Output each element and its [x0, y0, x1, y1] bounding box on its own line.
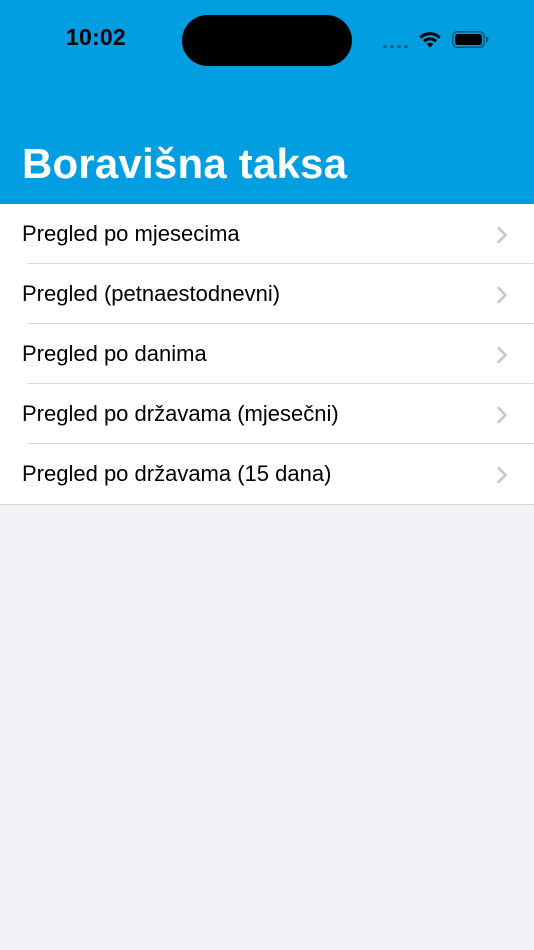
- menu-item-monthly-overview[interactable]: Pregled po mjesecima: [0, 204, 534, 264]
- chevron-right-icon: [497, 466, 507, 484]
- menu-item-label: Pregled po mjesecima: [22, 221, 240, 246]
- battery-icon: [452, 31, 489, 48]
- dynamic-island: [182, 15, 352, 66]
- menu-item-daily-overview[interactable]: Pregled po danima: [0, 324, 534, 384]
- wifi-icon: [419, 32, 441, 48]
- menu-item-countries-15-days[interactable]: Pregled po državama (15 dana): [0, 444, 534, 504]
- cellular-signal-icon: [383, 44, 409, 48]
- chevron-right-icon: [497, 226, 507, 244]
- menu-item-label: Pregled po danima: [22, 341, 207, 366]
- chevron-right-icon: [497, 346, 507, 364]
- chevron-right-icon: [497, 286, 507, 304]
- page-title: Boravišna taksa: [22, 140, 348, 187]
- menu-list: Pregled po mjesecima Pregled (petnaestod…: [0, 204, 534, 505]
- navigation-header: 10:02 Boravišna taksa: [0, 0, 534, 204]
- menu-item-countries-monthly[interactable]: Pregled po državama (mjesečni): [0, 384, 534, 444]
- menu-item-label: Pregled po državama (15 dana): [22, 461, 332, 486]
- menu-item-label: Pregled (petnaestodnevni): [22, 281, 281, 306]
- chevron-right-icon: [497, 406, 507, 424]
- menu-item-fortnightly-overview[interactable]: Pregled (petnaestodnevni): [0, 264, 534, 324]
- menu-item-label: Pregled po državama (mjesečni): [22, 401, 339, 426]
- status-bar-time: 10:02: [66, 24, 126, 50]
